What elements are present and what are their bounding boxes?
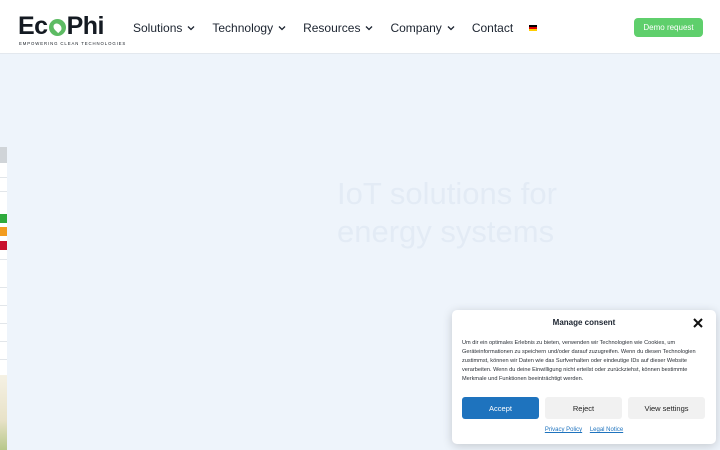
edge-bar-orange xyxy=(0,227,7,236)
de-flag-icon[interactable] xyxy=(529,25,538,31)
hero-title: IoT solutions for energy systems xyxy=(337,175,557,249)
nav-resources[interactable]: Resources xyxy=(303,21,374,35)
site-header: Ec Phi EMPOWERING CLEAN TECHNOLOGIES Solu… xyxy=(0,0,720,54)
edge-bar xyxy=(0,147,7,163)
edge-photo xyxy=(0,375,7,450)
reject-button[interactable]: Reject xyxy=(545,397,622,419)
nav-label: Solutions xyxy=(133,21,183,35)
legal-notice-link[interactable]: Legal Notice xyxy=(590,427,623,433)
consent-modal: Manage consent Um dir ein optimales Erle… xyxy=(452,310,716,444)
main-nav: Solutions Technology Resources Company C… xyxy=(133,19,538,37)
edge-line xyxy=(0,323,7,324)
nav-label: Technology xyxy=(212,21,274,35)
chevron-down-icon xyxy=(447,26,455,31)
ecophi-logo[interactable]: Ec Phi EMPOWERING CLEAN TECHNOLOGIES xyxy=(18,12,125,48)
edge-line xyxy=(0,177,7,178)
edge-bar-red xyxy=(0,241,7,250)
view-settings-button[interactable]: View settings xyxy=(628,397,705,419)
edge-line xyxy=(0,359,7,360)
chevron-down-icon xyxy=(187,26,195,31)
accept-button[interactable]: Accept xyxy=(462,397,539,419)
edge-line xyxy=(0,191,7,192)
privacy-policy-link[interactable]: Privacy Policy xyxy=(545,427,582,433)
edge-line xyxy=(0,305,7,306)
edge-bar-green xyxy=(0,214,7,223)
chevron-down-icon xyxy=(278,26,286,31)
edge-line xyxy=(0,341,7,342)
close-icon xyxy=(693,318,703,328)
edge-line xyxy=(0,287,7,288)
consent-title: Manage consent xyxy=(552,318,616,327)
nav-contact[interactable]: Contact xyxy=(472,21,513,35)
chevron-down-icon xyxy=(365,26,373,31)
nav-company[interactable]: Company xyxy=(390,21,455,35)
nav-technology[interactable]: Technology xyxy=(212,21,287,35)
nav-label: Company xyxy=(390,21,442,35)
leaf-icon xyxy=(48,19,66,36)
nav-label: Resources xyxy=(303,21,361,35)
demo-request-button[interactable]: Demo request xyxy=(634,18,703,37)
edge-line xyxy=(0,259,7,260)
consent-text: Um dir ein optimales Erlebnis zu bieten,… xyxy=(462,340,696,382)
nav-label: Contact xyxy=(471,21,514,35)
logo-wordmark: Ec Phi xyxy=(18,12,105,40)
close-button[interactable] xyxy=(692,317,704,329)
logo-tagline: EMPOWERING CLEAN TECHNOLOGIES xyxy=(19,41,127,46)
dashboard-image-edge xyxy=(0,147,7,450)
nav-solutions[interactable]: Solutions xyxy=(133,21,196,35)
consent-links: Privacy Policy Legal Notice xyxy=(452,427,716,433)
